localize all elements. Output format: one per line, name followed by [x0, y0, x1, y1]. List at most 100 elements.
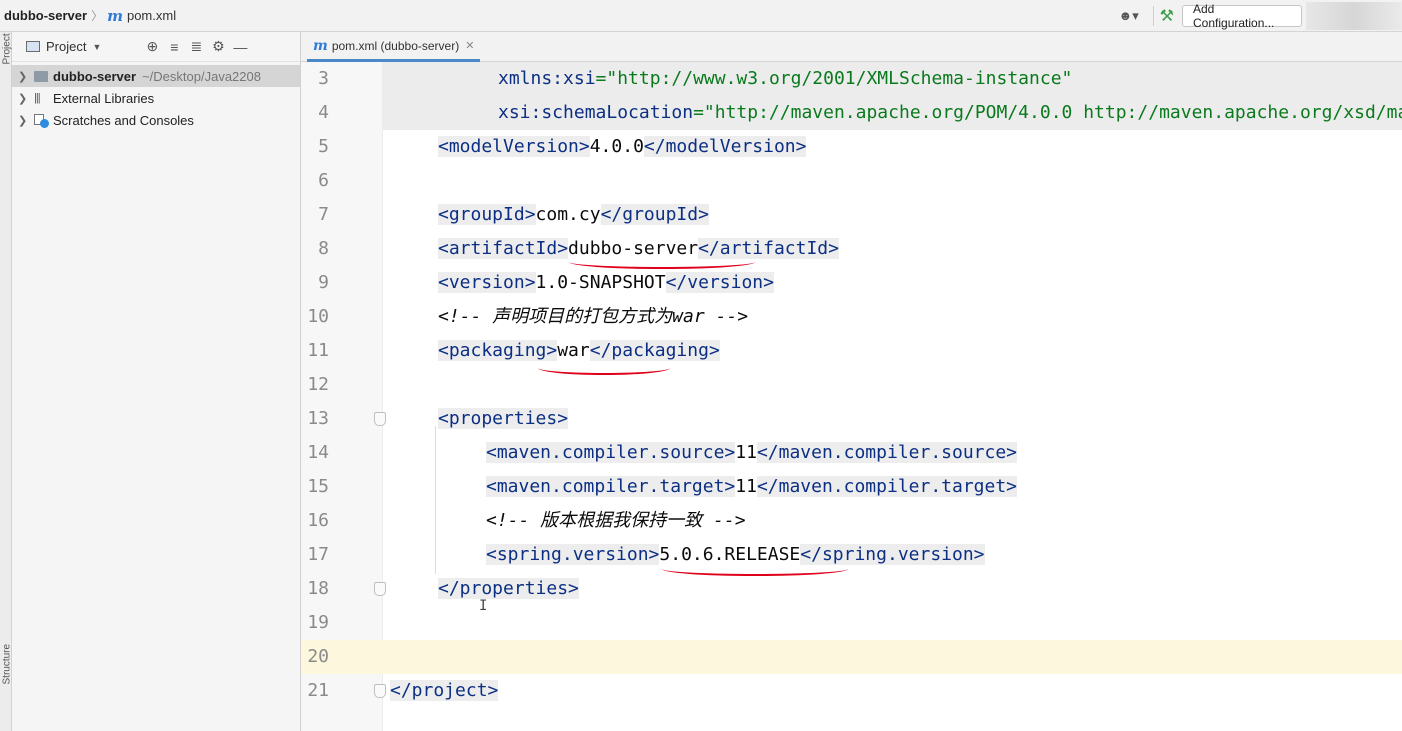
chevron-right-icon[interactable]: ❯ [18, 70, 30, 83]
scratches-icon [34, 113, 49, 128]
code-line: 4 xsi:schemaLocation="http://maven.apach… [301, 96, 1402, 130]
code-text: xsi:schemaLocation="http://maven.apache.… [498, 102, 1402, 123]
code-line: 17 <spring.version>5.0.6.RELEASE</spring… [301, 538, 1402, 572]
toolbar-divider [1152, 6, 1154, 26]
project-view-icon [26, 41, 40, 52]
line-number: 19 [307, 612, 329, 633]
tool-window-strip: Project Structure [0, 32, 13, 731]
code-line: 16 <!-- 版本根据我保持一致 --> [301, 504, 1402, 538]
code-line: 9 <version>1.0-SNAPSHOT</version> [301, 266, 1402, 300]
close-icon[interactable]: ✕ [465, 39, 474, 52]
line-number: 16 [307, 510, 329, 531]
code-text: <version>1.0-SNAPSHOT</version> [438, 272, 774, 293]
code-line: 10 <!-- 声明项目的打包方式为war --> [301, 300, 1402, 334]
minimize-icon[interactable]: — [229, 39, 251, 55]
tree-item-label: Scratches and Consoles [53, 112, 194, 128]
line-number: 14 [307, 442, 329, 463]
code-text: xmlns:xsi="http://www.w3.org/2001/XMLSch… [498, 68, 1073, 89]
line-number: 21 [307, 680, 329, 701]
line-number: 4 [318, 102, 329, 123]
user-account-icon[interactable]: ☻▾ [1111, 4, 1147, 28]
code-line: 15 <maven.compiler.target>11</maven.comp… [301, 470, 1402, 504]
module-folder-icon [34, 70, 48, 82]
tree-item-scratches[interactable]: ❯ Scratches and Consoles [12, 109, 300, 131]
code-text: <maven.compiler.target>11</maven.compile… [486, 476, 1018, 497]
tree-item-path: ~/Desktop/Java2208 [142, 68, 261, 84]
line-number: 6 [318, 170, 329, 191]
line-number: 8 [318, 238, 329, 259]
locate-target-icon[interactable]: ⊕ [141, 38, 163, 55]
blurred-overlay [1306, 2, 1402, 30]
fold-marker-icon[interactable] [374, 582, 386, 596]
code-line: 19 [301, 606, 1402, 640]
chevron-down-icon[interactable]: ▼ [92, 42, 101, 52]
fold-marker-icon[interactable] [374, 684, 386, 698]
code-line: 7 <groupId>com.cy</groupId> [301, 198, 1402, 232]
breadcrumb-project[interactable]: dubbo-server [4, 8, 87, 23]
navigation-bar: dubbo-server 〉 m pom.xml ☻▾ ⚒ Add Config… [0, 0, 1402, 32]
code-line: 11 <packaging>war</packaging> [301, 334, 1402, 368]
code-comment: <!-- 版本根据我保持一致 --> [486, 510, 746, 531]
code-text: <groupId>com.cy</groupId> [438, 204, 709, 225]
code-text: </properties> [438, 578, 579, 599]
fold-marker-icon[interactable] [374, 412, 386, 426]
code-line: 18 </properties> [301, 572, 1402, 606]
red-underline-annotation [538, 361, 670, 375]
gear-icon[interactable]: ⚙ [207, 38, 229, 55]
maven-file-icon: m [107, 6, 123, 25]
indent-guide [435, 426, 436, 574]
collapse-all-icon[interactable]: ≣ [185, 38, 207, 55]
code-editor[interactable]: 3 xmlns:xsi="http://www.w3.org/2001/XMLS… [301, 62, 1402, 731]
tab-label: pom.xml (dubbo-server) [331, 38, 460, 53]
breadcrumb: dubbo-server 〉 m pom.xml [0, 7, 176, 25]
code-line: 12 [301, 368, 1402, 402]
code-text: </project> [390, 680, 499, 701]
project-tool-tab[interactable]: Project [2, 33, 13, 64]
code-line: 3 xmlns:xsi="http://www.w3.org/2001/XMLS… [301, 62, 1402, 96]
line-number: 11 [307, 340, 329, 361]
code-comment: <!-- 声明项目的打包方式为war --> [438, 306, 749, 327]
code-line: 21 </project> [301, 674, 1402, 708]
tree-item-dubbo-server[interactable]: ❯ dubbo-server ~/Desktop/Java2208 [12, 65, 300, 87]
tree-item-label: External Libraries [53, 90, 155, 106]
structure-tool-tab[interactable]: Structure [2, 644, 13, 685]
line-number: 15 [307, 476, 329, 497]
line-number: 13 [307, 408, 329, 429]
line-number: 18 [307, 578, 329, 599]
line-number: 3 [318, 68, 329, 89]
breadcrumb-separator-icon: 〉 [91, 9, 104, 23]
code-text: <modelVersion>4.0.0</modelVersion> [438, 136, 807, 157]
tree-item-external-libraries[interactable]: ❯ ||| External Libraries [12, 87, 300, 109]
tab-pom-xml[interactable]: m pom.xml (dubbo-server) ✕ [307, 32, 481, 62]
red-underline-annotation [662, 562, 848, 576]
code-text: <maven.compiler.source>11</maven.compile… [486, 442, 1018, 463]
chevron-right-icon[interactable]: ❯ [18, 92, 30, 105]
text-cursor-icon: I [479, 598, 488, 614]
code-line: 6 [301, 164, 1402, 198]
build-hammer-icon[interactable]: ⚒ [1160, 6, 1174, 26]
line-number: 10 [307, 306, 329, 327]
breadcrumb-file[interactable]: pom.xml [127, 8, 176, 23]
code-text: <properties> [438, 408, 569, 429]
tree-item-label: dubbo-server [53, 68, 137, 84]
expand-all-icon[interactable]: ≡ [163, 39, 185, 55]
chevron-right-icon[interactable]: ❯ [18, 114, 30, 127]
code-line: 14 <maven.compiler.source>11</maven.comp… [301, 436, 1402, 470]
line-number: 17 [307, 544, 329, 565]
editor-tab-bar: m pom.xml (dubbo-server) ✕ [301, 32, 1402, 62]
code-line: 5 <modelVersion>4.0.0</modelVersion> [301, 130, 1402, 164]
red-underline-annotation [569, 255, 755, 269]
code-line: 13 <properties> [301, 402, 1402, 436]
current-code-line: 20 [301, 640, 1402, 674]
line-number: 7 [318, 204, 329, 225]
project-panel: Project ▼ ⊕ ≡ ≣ ⚙ — ❯ dubbo-server ~/Des… [12, 32, 301, 731]
line-number: 12 [307, 374, 329, 395]
line-number: 5 [318, 136, 329, 157]
libraries-icon: ||| [34, 92, 41, 104]
add-configuration-button[interactable]: Add Configuration... [1182, 2, 1302, 30]
line-number: 9 [318, 272, 329, 293]
project-view-selector[interactable]: Project [46, 39, 86, 54]
maven-file-icon: m [313, 37, 328, 54]
line-number: 20 [307, 646, 329, 667]
project-panel-toolbar: Project ▼ ⊕ ≡ ≣ ⚙ — [12, 32, 300, 62]
